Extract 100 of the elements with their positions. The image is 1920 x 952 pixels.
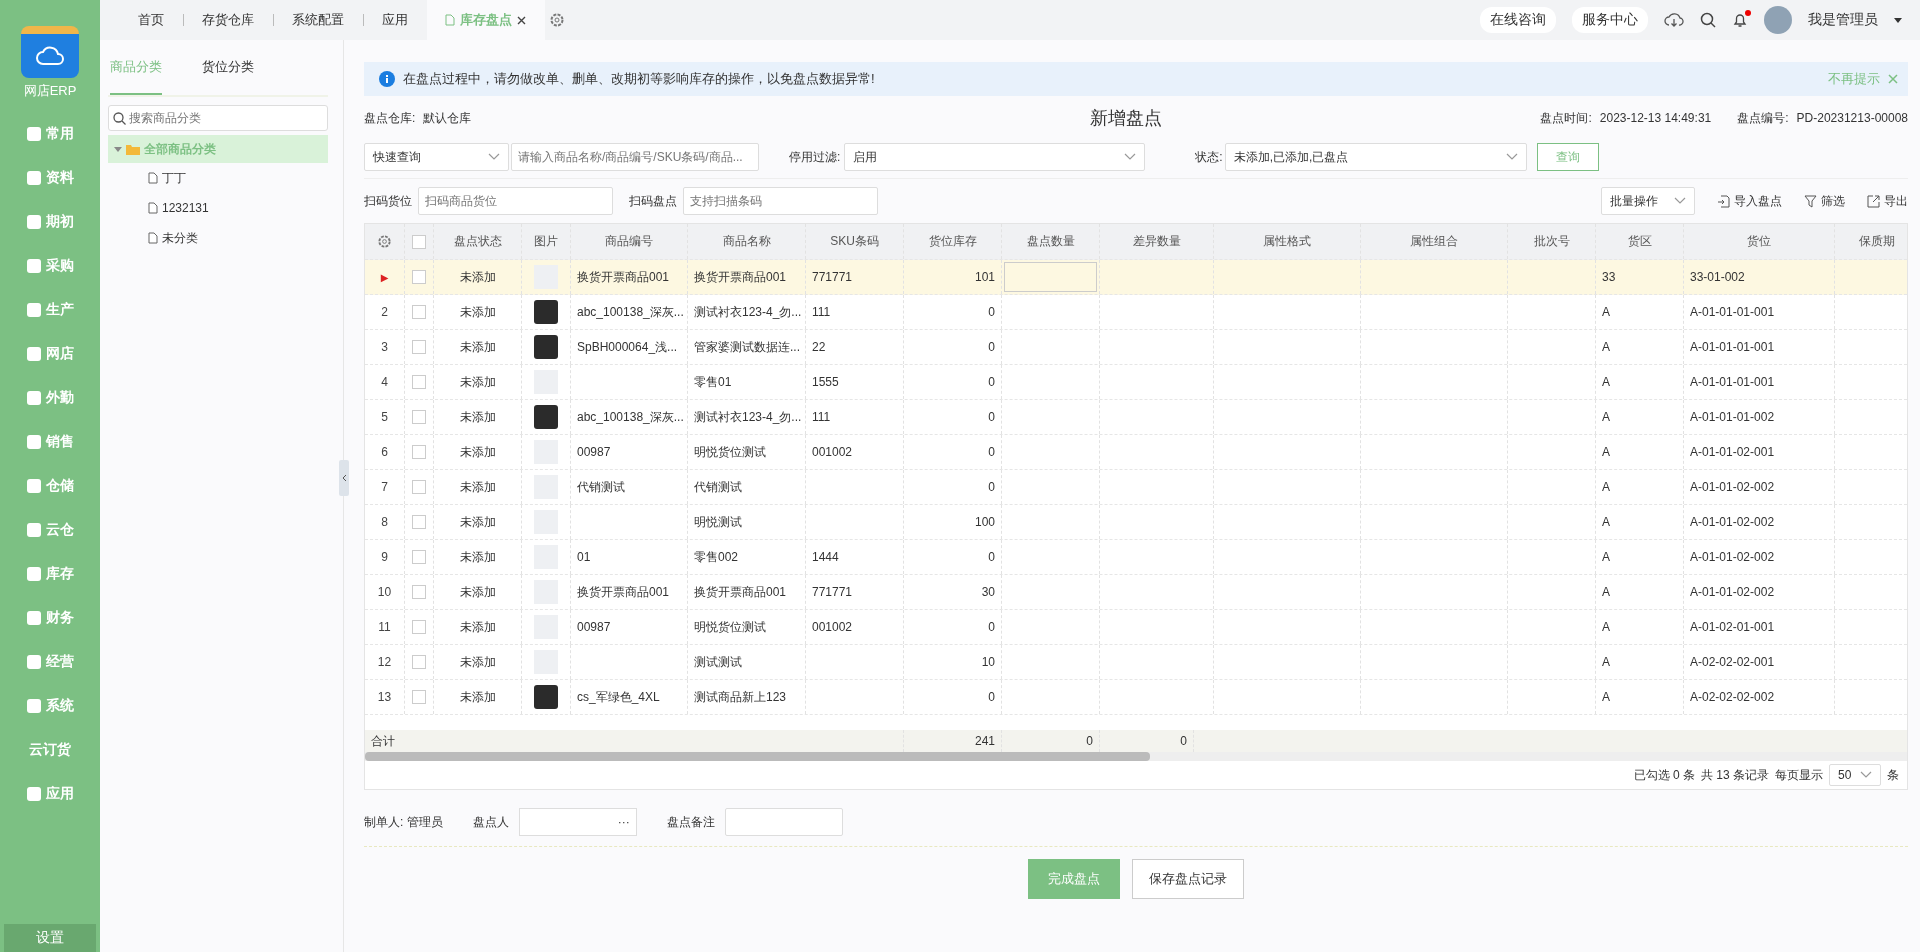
user-menu[interactable]: 我是管理员 [1808,11,1878,29]
filter-button[interactable]: 筛选 [1804,192,1845,210]
row-checkbox[interactable] [412,515,426,529]
avatar[interactable] [1764,6,1792,34]
table-cell: 0 [988,410,995,424]
table-row[interactable]: 13 未添加 cs_军绿色_4XL 测试商品新上123 0 A A-02-02-02-002 [365,680,1907,715]
import-icon [1717,194,1730,208]
cloud-logo-icon [21,26,79,78]
row-checkbox[interactable] [412,445,426,459]
table-row[interactable]: 3 未添加 SpBH000064_浅... 管家婆测试数据连... 22 0 A A-01-01-01-001 [365,330,1907,365]
row-number: 9 [381,550,388,564]
page-tab[interactable]: 存货仓库 [184,0,273,40]
more-icon[interactable]: ··· [617,815,630,829]
table-cell: A-01-02-01-001 [1690,620,1775,634]
table-cell: A-01-01-01-001 [1690,340,1775,354]
remark-field[interactable] [724,808,843,836]
column-header: 属性组合 [1410,233,1458,250]
table-row[interactable]: 5 未添加 abc_100138_深灰... 测试衬衣123-4_勿... 111 0 A A-01-01-01-002 [365,400,1907,435]
count-input-field[interactable] [1004,262,1097,292]
row-checkbox[interactable] [412,375,426,389]
table-row[interactable]: 4 未添加 零售01 1555 0 A A-01-01-01-001 [365,365,1907,400]
header-link[interactable]: 在线咨询 [1480,7,1556,33]
select-all-checkbox[interactable] [412,234,426,249]
table-cell: 未添加 [459,548,496,566]
table-cell: 111 [812,410,831,424]
caret-down-icon[interactable] [1894,17,1902,23]
save-button[interactable]: 保存盘点记录 [1132,859,1244,899]
scan-location-field[interactable]: 扫码商品货位 [418,187,613,215]
chevron-down-icon [488,153,500,161]
row-checkbox[interactable] [412,410,426,424]
counter-field[interactable]: ··· [518,808,637,836]
column-header: 图片 [534,233,558,250]
page-tab[interactable]: 首页 [120,0,183,40]
quick-query-select[interactable]: 快速查询 [364,143,509,171]
table-cell: A-02-02-02-002 [1690,690,1775,704]
total-value: 0 [1086,734,1093,748]
photo-placeholder [534,685,558,709]
notification-dot [1745,10,1751,16]
collapse-handle[interactable] [339,460,349,496]
row-checkbox[interactable] [412,655,426,669]
close-icon[interactable] [517,15,526,25]
field-label: 盘点人 [472,813,509,831]
page-tab[interactable]: 应用 [364,0,427,40]
import-button[interactable]: 导入盘点 [1717,192,1782,210]
total-value: 0 [1180,734,1187,748]
table-row[interactable]: 7 未添加 代销测试 代销测试 0 A A-01-01-02-002 [365,470,1907,505]
search-icon[interactable] [1700,12,1716,28]
table-cell: 未添加 [459,478,496,496]
table-row[interactable]: 6 未添加 00987 明悦货位测试 001002 0 A A-01-01-02-001 [365,435,1907,470]
table-row[interactable]: 9 未添加 01 零售002 1444 0 A A-01-01-02-002 [365,540,1907,575]
category-search-field[interactable]: 搜索商品分类 [108,105,328,131]
table-cell: 未添加 [459,513,496,531]
table-row[interactable]: 8 未添加 明悦测试 100 A A-01-01-02-002 [365,505,1907,540]
expand-caret-icon[interactable] [114,145,122,153]
export-button[interactable]: 导出 [1867,192,1908,210]
table-cell: 测试衬衣123-4_勿... [694,408,802,426]
row-checkbox[interactable] [412,340,426,354]
table-row[interactable]: ▶ 未添加 换货开票商品001 换货开票商品001 771771 101 33 33-01-002 [365,260,1907,295]
table-cell: 换货开票商品001 [577,583,670,601]
keyword-field[interactable]: 请输入商品名称/商品编号/SKU条码/商品... [511,143,759,171]
table-cell: 代销测试 [577,478,625,496]
batch-operation-select[interactable]: 批量操作 [1601,187,1695,215]
table-row[interactable]: 12 未添加 测试测试 10 A A-02-02-02-001 [365,645,1907,680]
horizontal-scrollbar[interactable] [365,752,1907,761]
row-checkbox[interactable] [412,550,426,564]
page-tab[interactable]: 系统配置 [274,0,363,40]
category-tab[interactable]: 货位分类 [202,40,254,95]
tree-leaf[interactable]: 1232131 [108,193,328,223]
table-cell: 0 [988,480,995,494]
chevron-down-icon [1860,771,1872,779]
table-cell: 测试测试 [694,653,742,671]
table-cell: 0 [988,690,995,704]
row-checkbox[interactable] [412,620,426,634]
row-number: 2 [381,305,388,319]
header-link[interactable]: 服务中心 [1572,7,1648,33]
chevron-down-icon [1505,153,1518,161]
tree-leaf[interactable]: 丁丁 [108,163,328,193]
scan-count-field[interactable]: 支持扫描条码 [683,187,878,215]
table-cell: 未添加 [459,653,496,671]
row-checkbox[interactable] [412,585,426,599]
status-select[interactable]: 未添加,已添加,已盘点 [1224,143,1527,171]
funnel-icon [1804,194,1817,208]
column-header: 属性格式 [1263,233,1311,250]
table-cell: 零售01 [694,373,732,391]
row-checkbox[interactable] [412,270,426,284]
bell-icon[interactable] [1732,12,1748,28]
row-checkbox[interactable] [412,305,426,319]
cloud-download-icon[interactable] [1664,12,1684,28]
table-row[interactable]: 2 未添加 abc_100138_深灰... 测试衬衣123-4_勿... 111 0 A A-01-01-01-001 [365,295,1907,330]
table-row[interactable]: 11 未添加 00987 明悦货位测试 001002 0 A A-01-02-01-001 [365,610,1907,645]
table-row[interactable]: 10 未添加 换货开票商品001 换货开票商品001 771771 30 A A-01-01-02-002 [365,575,1907,610]
row-checkbox[interactable] [412,480,426,494]
settings-icon[interactable] [549,12,565,28]
field-label: 扫码货位 [364,192,412,210]
table-cell: 100 [974,515,995,529]
row-checkbox[interactable] [412,690,426,704]
table-cell: A [1602,655,1610,669]
page-size-select[interactable]: 50 [1829,764,1881,786]
settings-icon[interactable] [377,234,392,249]
tree-leaf[interactable]: 未分类 [108,223,328,253]
